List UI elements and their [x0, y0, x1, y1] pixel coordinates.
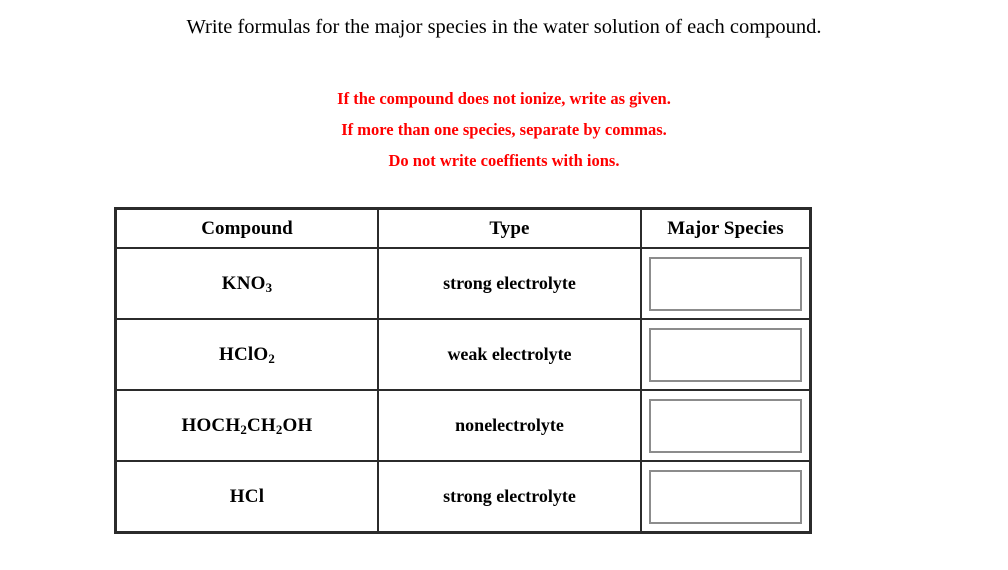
compound-formula-base: HClO	[218, 343, 269, 365]
electrolyte-type: strong electrolyte	[379, 249, 642, 320]
compound-formula-subscript-2: 2	[275, 422, 283, 438]
compound-formula-subscript: 2	[268, 351, 275, 367]
compound-formula-kno3: KNO3	[117, 249, 379, 320]
table-header-row: Compound Type Major Species	[117, 210, 809, 249]
major-species-cell	[642, 320, 809, 391]
compound-formula-base: HCl	[229, 485, 265, 507]
column-header-compound: Compound	[117, 210, 379, 249]
electrolyte-type: weak electrolyte	[379, 320, 642, 391]
species-table-container: Compound Type Major Species KNO3 strong …	[114, 207, 812, 534]
table-row: HCl strong electrolyte	[117, 462, 809, 531]
species-table: Compound Type Major Species KNO3 strong …	[114, 207, 812, 534]
major-species-input[interactable]	[648, 468, 803, 525]
major-species-cell	[642, 462, 809, 531]
compound-formula-base: KNO	[221, 272, 266, 294]
electrolyte-type: strong electrolyte	[379, 462, 642, 531]
major-species-input[interactable]	[648, 326, 803, 383]
table-row: KNO3 strong electrolyte	[117, 249, 809, 320]
compound-formula-hclo2: HClO2	[117, 320, 379, 391]
column-header-type: Type	[379, 210, 642, 249]
compound-formula-hoch2ch2oh: HOCH2CH2OH	[117, 391, 379, 462]
major-species-cell	[642, 391, 809, 462]
table-row: HOCH2CH2OH nonelectrolyte	[117, 391, 809, 462]
column-header-major-species: Major Species	[642, 210, 809, 249]
compound-formula-tail: OH	[282, 414, 313, 436]
major-species-cell	[642, 249, 809, 320]
table-row: HClO2 weak electrolyte	[117, 320, 809, 391]
compound-formula-mid: CH	[246, 414, 276, 436]
instructions-block: If the compound does not ionize, write a…	[0, 83, 1008, 176]
table-body: KNO3 strong electrolyte HClO2 weak elect…	[117, 249, 809, 531]
major-species-input[interactable]	[648, 255, 803, 312]
major-species-input[interactable]	[648, 397, 803, 454]
electrolyte-type: nonelectrolyte	[379, 391, 642, 462]
instruction-line-1: If the compound does not ionize, write a…	[337, 89, 671, 108]
instruction-line-3: Do not write coeffients with ions.	[388, 151, 620, 170]
compound-formula-subscript: 2	[240, 422, 247, 438]
compound-formula-base: HOCH	[181, 414, 241, 436]
page-title: Write formulas for the major species in …	[186, 16, 822, 38]
compound-formula-subscript: 3	[265, 280, 273, 296]
compound-formula-hcl: HCl	[117, 462, 379, 531]
instruction-line-2: If more than one species, separate by co…	[341, 120, 667, 139]
